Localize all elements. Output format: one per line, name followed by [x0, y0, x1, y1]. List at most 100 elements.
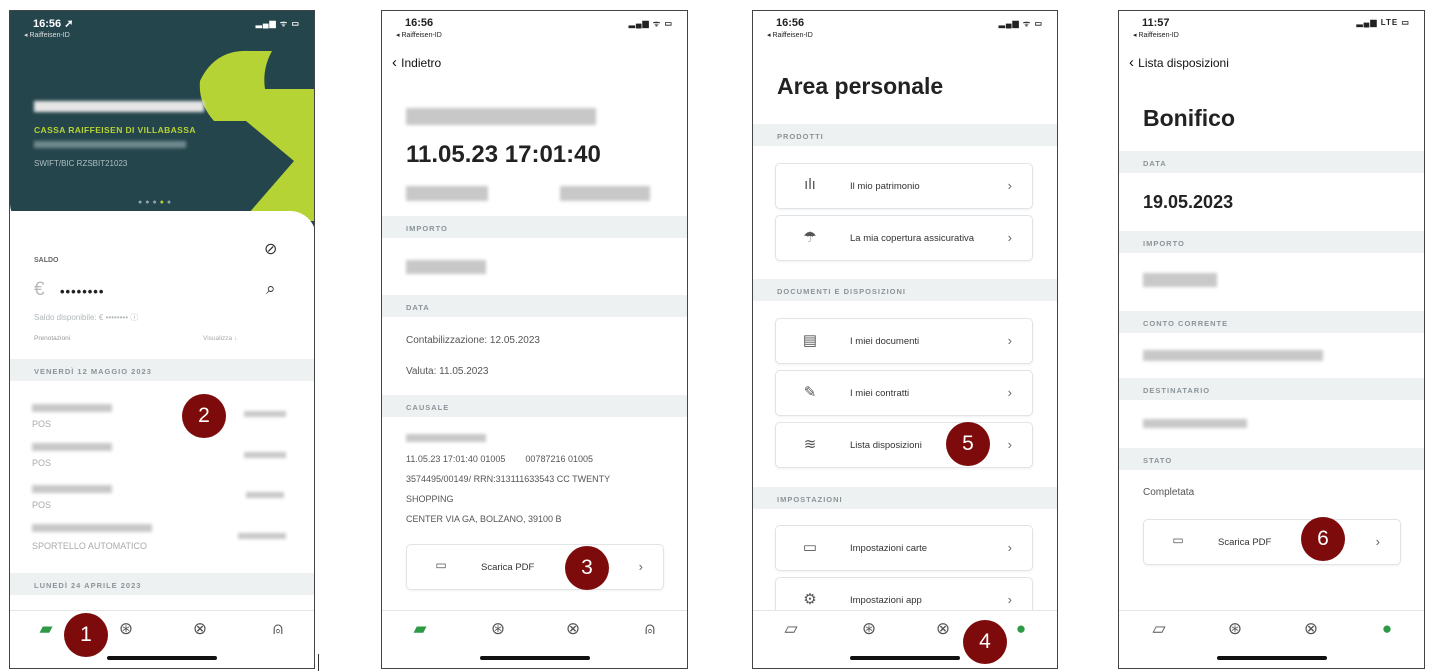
nav-close-icon[interactable]: ⊗	[1299, 619, 1323, 639]
status-time: 16:56 ➚	[33, 18, 74, 30]
menu-item-documenti[interactable]: ▤ I miei documenti ›	[775, 318, 1033, 364]
bank-name: CASSA RAIFFEISEN DI VILLABASSA	[34, 125, 196, 135]
nav-transfer-icon[interactable]: ⊛	[857, 619, 881, 639]
download-pdf-button[interactable]: ▭ Scarica PDF ›	[1143, 519, 1401, 565]
bottom-nav: ▱ ⊛ ⊗ ●	[1119, 610, 1424, 668]
nav-profile-icon[interactable]: ⍝	[266, 619, 290, 639]
menu-item-contratti[interactable]: ✎ I miei contratti ›	[775, 370, 1033, 416]
card-icon: ▭	[802, 539, 818, 556]
prenotazioni-label: Prenotazioni	[34, 335, 71, 342]
section-conto: CONTO CORRENTE	[1119, 311, 1424, 333]
screen-area-personale: 16:56 ◂ Raiffeisen-ID ▂▄▆ ᯤ ▭ Area perso…	[752, 10, 1058, 669]
search-icon[interactable]: ⌕	[266, 279, 276, 299]
chevron-right-icon: ›	[1007, 540, 1012, 555]
causale-line-2: 3574495/00149/ RRN:313111633543 CC TWENT…	[406, 474, 611, 484]
nav-close-icon[interactable]: ⊗	[188, 619, 212, 639]
page-title: Area personale	[777, 73, 944, 99]
screen-transaction-detail: 16:56 ◂ Raiffeisen-ID ▂▄▆ ᯤ ▭ ‹ Indietro…	[381, 10, 688, 669]
section-importo: IMPORTO	[1119, 231, 1424, 253]
menu-item-patrimonio[interactable]: ılı Il mio patrimonio ›	[775, 163, 1033, 209]
bottom-nav: ▱ ⊛ ⊗ ●	[753, 610, 1057, 668]
section-data: DATA	[382, 295, 687, 317]
page-title: Bonifico	[1143, 105, 1235, 131]
value-date: Valuta: 11.05.2023	[406, 366, 489, 377]
nav-close-icon[interactable]: ⊗	[561, 619, 585, 639]
chevron-right-icon: ›	[1007, 385, 1012, 400]
nav-transfer-icon[interactable]: ⊛	[1223, 619, 1247, 639]
date-header-1: VENERDÌ 12 MAGGIO 2023	[10, 359, 314, 381]
available-balance: Saldo disponibile: € •••••••• ⓘ	[34, 313, 139, 322]
hide-balance-icon[interactable]: ⊘	[264, 239, 277, 259]
transaction-type: SPORTELLO AUTOMATICO	[32, 541, 148, 551]
screen-bonifico-detail: 11:57 ◂ Raiffeisen-ID ▂▄▆ LTE ▭ ‹ Lista …	[1118, 10, 1425, 669]
status-carrier[interactable]: ◂ Raiffeisen-ID	[396, 31, 442, 39]
step-badge-6: 6	[1301, 517, 1345, 561]
causale-line-1: 11.05.23 17:01:40 01005 00787216 01005	[406, 454, 594, 464]
folder-icon: ▭	[1172, 533, 1184, 547]
back-button[interactable]: ‹ Indietro	[392, 54, 441, 71]
home-indicator	[850, 656, 960, 660]
screen-account: CASSA RAIFFEISEN DI VILLABASSA SWIFT/BIC…	[9, 10, 315, 669]
chevron-right-icon: ›	[1375, 534, 1380, 549]
chart-icon: ılı	[804, 176, 816, 193]
nav-cards-icon[interactable]: ▰	[34, 619, 58, 639]
folder-icon: ▭	[435, 558, 447, 572]
home-indicator	[1216, 656, 1327, 660]
chevron-left-icon: ‹	[1129, 54, 1139, 71]
status-carrier[interactable]: ◂ Raiffeisen-ID	[1133, 31, 1179, 39]
chevron-right-icon: ›	[1007, 230, 1012, 245]
nav-cards-icon[interactable]: ▰	[408, 619, 432, 639]
nav-profile-icon[interactable]: ●	[1375, 619, 1399, 639]
status-time: 16:56	[405, 17, 434, 29]
home-indicator	[107, 656, 217, 660]
menu-item-copertura[interactable]: ☂ La mia copertura assicurativa ›	[775, 215, 1033, 261]
status-time: 16:56	[776, 17, 805, 29]
saldo-label: SALDO	[34, 257, 59, 264]
status-time: 11:57	[1142, 17, 1170, 29]
contract-icon: ✎	[803, 384, 817, 401]
chevron-right-icon: ›	[638, 559, 643, 574]
balance-masked: ••••••••	[60, 284, 105, 299]
euro-icon: €	[34, 279, 45, 300]
bottom-nav: ▰ ⊛ ⊗ ⍝	[382, 610, 687, 668]
transaction-datetime: 11.05.23 17:01:40	[406, 141, 601, 168]
date-header-2: LUNEDÌ 24 APRILE 2023	[10, 573, 314, 595]
chevron-right-icon: ›	[1007, 437, 1012, 452]
nav-cards-icon[interactable]: ▱	[779, 619, 803, 639]
section-impostazioni: IMPOSTAZIONI	[753, 487, 1057, 509]
causale-line-4: CENTER VIA GA, BOLZANO, 39100 B	[406, 514, 562, 524]
status-carrier[interactable]: ◂ Raiffeisen-ID	[767, 31, 813, 39]
chevron-left-icon: ‹	[392, 54, 402, 71]
status-signal-icon: ▂▄▆ LTE ▭	[1356, 18, 1410, 27]
section-data: DATA	[1119, 151, 1424, 173]
card-pager[interactable]: ●●●●●	[138, 199, 174, 206]
swift-code: SWIFT/BIC RZSBIT21023	[34, 159, 128, 168]
gear-icon: ⚙	[803, 591, 817, 608]
divider-line	[318, 654, 319, 671]
layers-icon: ≋	[803, 436, 817, 453]
nav-transfer-icon[interactable]: ⊛	[114, 619, 138, 639]
menu-item-lista-disposizioni[interactable]: ≋ Lista disposizioni ›	[775, 422, 1033, 468]
back-button[interactable]: ‹ Lista disposizioni	[1129, 54, 1229, 71]
document-icon: ▤	[802, 332, 818, 349]
status-signal-icon: ▂▄▆ ᯤ ▭	[628, 19, 673, 28]
nav-close-icon[interactable]: ⊗	[931, 619, 955, 639]
transaction-type: POS	[32, 419, 52, 429]
umbrella-icon: ☂	[803, 229, 817, 246]
section-stato: STATO	[1119, 448, 1424, 470]
step-badge-3: 3	[565, 546, 609, 590]
nav-profile-icon[interactable]: ●	[1009, 619, 1033, 639]
bottom-nav: ▰ ⊛ ⊗ ⍝	[10, 610, 314, 668]
section-importo: IMPORTO	[382, 216, 687, 238]
visualizza-link[interactable]: Visualizza ↓	[203, 335, 237, 342]
causale-line-3: SHOPPING	[406, 494, 454, 504]
nav-cards-icon[interactable]: ▱	[1147, 619, 1171, 639]
nav-transfer-icon[interactable]: ⊛	[486, 619, 510, 639]
menu-item-impostazioni-carte[interactable]: ▭ Impostazioni carte ›	[775, 525, 1033, 571]
download-pdf-button[interactable]: ▭ Scarica PDF ›	[406, 544, 664, 590]
status-carrier[interactable]: ◂ Raiffeisen-ID	[24, 31, 70, 39]
section-documenti: DOCUMENTI E DISPOSIZIONI	[753, 279, 1057, 301]
step-badge-4: 4	[963, 620, 1007, 664]
chevron-right-icon: ›	[1007, 178, 1012, 193]
nav-profile-icon[interactable]: ⍝	[638, 619, 662, 639]
